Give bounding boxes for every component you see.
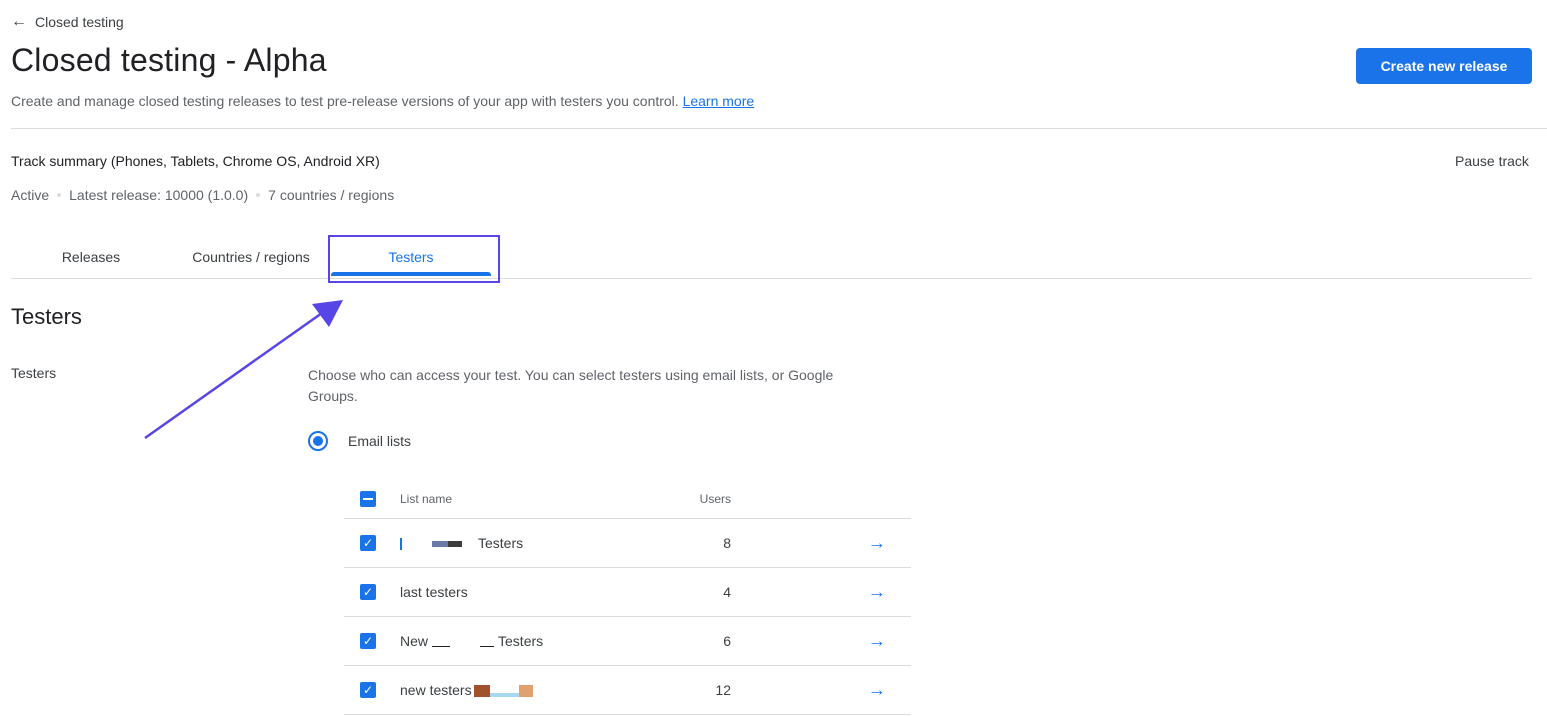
column-header-list-name: List name [400,492,453,506]
redacted-text [480,645,495,647]
separator-dot [57,193,62,197]
user-count: 4 [723,584,731,600]
table-header: List name Users [344,480,911,519]
page-subtitle: Create and manage closed testing release… [11,93,754,109]
back-link-label: Closed testing [35,14,124,30]
subtitle-text: Create and manage closed testing release… [11,93,679,109]
email-lists-label: Email lists [348,433,412,449]
redacted-text [489,693,519,698]
list-name: New Testers [400,633,543,649]
email-lists-radio[interactable]: Email lists [308,431,411,451]
list-name: last testers [400,584,468,600]
list-name-text: new testers [400,682,472,698]
create-new-release-button[interactable]: Create new release [1356,48,1532,84]
redacted-text [448,541,462,548]
section-title: Testers [11,304,82,329]
redacted-text [473,685,490,698]
active-tab-indicator [331,272,491,276]
row-checkbox[interactable]: ✓ [360,633,376,649]
redacted-text [400,538,402,551]
table-row[interactable]: ✓ new testers 12 → [344,666,911,715]
check-icon: ✓ [362,683,374,697]
track-status: Active [11,187,50,203]
row-checkbox[interactable]: ✓ [360,682,376,698]
testers-field-label: Testers [11,365,57,381]
back-link[interactable]: ← Closed testing [11,13,124,31]
list-name-suffix: Testers [498,633,544,649]
check-icon: ✓ [362,536,374,550]
countries-count: 7 countries / regions [268,187,395,203]
page-title: Closed testing - Alpha [11,42,327,78]
header-divider [11,128,1547,129]
tab-countries-regions[interactable]: Countries / regions [171,236,331,278]
user-count: 12 [715,682,731,698]
column-header-users: Users [699,492,731,506]
radio-selected-icon[interactable] [308,431,328,451]
redacted-text [432,541,448,548]
testers-help-text: Choose who can access your test. You can… [308,367,834,404]
tab-releases[interactable]: Releases [11,236,171,278]
row-checkbox[interactable]: ✓ [360,535,376,551]
tab-bar: Releases Countries / regions Testers [11,236,1532,279]
check-icon: ✓ [362,585,374,599]
row-checkbox[interactable]: ✓ [360,584,376,600]
check-icon: ✓ [362,634,374,648]
latest-release: Latest release: 10000 (1.0.0) [69,187,249,203]
redacted-text [432,645,451,647]
table-row[interactable]: ✓ Testers 8 → [344,519,911,568]
list-name-text: Testers [478,535,524,551]
redacted-text [518,685,533,698]
arrow-right-icon[interactable]: → [868,533,886,554]
annotation-arrow-line [144,311,323,440]
table-row[interactable]: ✓ New Testers 6 → [344,617,911,666]
list-name: new testers [400,682,533,698]
track-status-row: Active Latest release: 10000 (1.0.0) 7 c… [11,187,394,203]
arrow-right-icon[interactable]: → [868,680,886,701]
indeterminate-icon [363,498,373,500]
select-all-checkbox[interactable] [360,491,376,507]
separator-dot [256,193,261,197]
track-summary: Track summary (Phones, Tablets, Chrome O… [11,153,380,169]
annotation-arrow-head [312,300,343,327]
arrow-right-icon[interactable]: → [868,631,886,652]
user-count: 6 [723,633,731,649]
learn-more-link[interactable]: Learn more [683,93,755,109]
list-name-prefix: New [400,633,429,649]
pause-track-button[interactable]: Pause track [1455,153,1529,169]
arrow-right-icon[interactable]: → [868,582,886,603]
email-lists-table: List name Users ✓ Testers 8 → ✓ last tes… [344,480,911,715]
list-name: Testers [400,535,523,551]
arrow-left-icon: ← [11,13,27,30]
user-count: 8 [723,535,731,551]
table-row[interactable]: ✓ last testers 4 → [344,568,911,617]
